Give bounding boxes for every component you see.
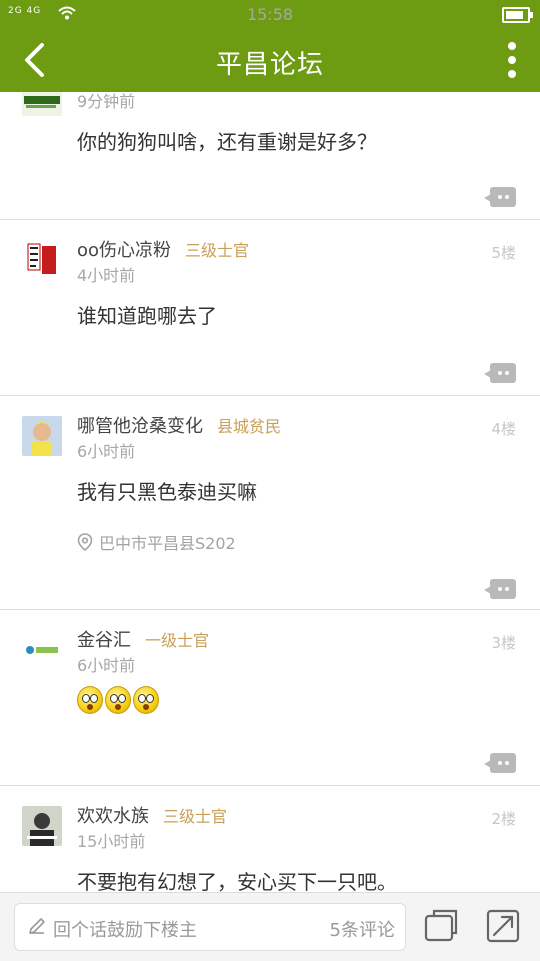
comment-item: oo伤心凉粉 三级士官 5楼 4小时前 谁知道跑哪去了	[0, 220, 540, 396]
status-bar: 2G 4G 15:58	[0, 0, 540, 28]
avatar[interactable]	[22, 92, 62, 116]
clock: 15:58	[246, 5, 294, 24]
comment-time: 6小时前	[77, 442, 136, 461]
comment-text: 不要抱有幻想了，安心买下一只吧。	[77, 870, 397, 892]
author-name[interactable]: oo伤心凉粉	[77, 240, 171, 261]
location-pin-icon	[77, 533, 93, 551]
share-icon[interactable]	[484, 907, 522, 945]
avatar[interactable]	[22, 806, 62, 846]
comment-placeholder: 回个话鼓励下楼主	[53, 920, 197, 941]
location-text: 巴中市平昌县S202	[99, 534, 236, 553]
avatar-image	[22, 806, 62, 846]
page-title: 平昌论坛	[215, 50, 324, 80]
comment-list: 9分钟前 你的狗狗叫啥，还有重谢是好多？ oo伤心凉粉 三级士官 5楼 4小时前 …	[0, 92, 540, 892]
author-rank: 三级士官	[163, 807, 228, 826]
collect-icon[interactable]	[422, 907, 460, 945]
avatar-image	[22, 92, 62, 116]
comment-item: 欢欢水族 三级士官 2楼 15小时前 不要抱有幻想了，安心买下一只吧。	[0, 786, 540, 892]
comment-author: 哪管他沧桑变化 县城贫民	[77, 412, 281, 438]
location-tag[interactable]: 巴中市平昌县S202	[77, 530, 236, 554]
author-rank: 三级士官	[185, 241, 250, 260]
reply-icon[interactable]	[484, 753, 516, 773]
battery-icon	[502, 7, 533, 23]
author-rank: 一级士官	[145, 631, 210, 650]
comment-time: 4小时前	[77, 266, 136, 285]
dot-icon	[508, 70, 516, 78]
reply-icon[interactable]	[484, 363, 516, 383]
author-name[interactable]: 哪管他沧桑变化	[77, 416, 203, 437]
comment-author: 欢欢水族 三级士官	[77, 802, 227, 828]
comment-item: 金谷汇 一级士官 3楼 6小时前	[0, 610, 540, 786]
author-name[interactable]: 金谷汇	[77, 630, 131, 651]
author-name[interactable]: 欢欢水族	[77, 806, 149, 827]
floor-number: 5楼	[491, 244, 516, 262]
bottom-bar: 回个话鼓励下楼主 5条评论	[0, 892, 540, 961]
avatar-image	[22, 630, 62, 670]
avatar[interactable]	[22, 630, 62, 670]
comment-time: 15小时前	[77, 832, 146, 851]
floor-number: 2楼	[491, 810, 516, 828]
avatar-image	[22, 240, 62, 280]
surprised-emoji-icon	[133, 686, 159, 714]
comment-time: 9分钟前	[77, 92, 136, 111]
comment-text: 谁知道跑哪去了	[77, 304, 217, 328]
comment-time: 6小时前	[77, 656, 136, 675]
author-rank: 县城贫民	[217, 417, 282, 436]
dot-icon	[508, 56, 516, 64]
comment-text: 你的狗狗叫啥，还有重谢是好多？	[77, 130, 377, 154]
dot-icon	[508, 42, 516, 50]
floor-number: 3楼	[491, 634, 516, 652]
floor-number: 4楼	[491, 420, 516, 438]
reply-icon[interactable]	[484, 579, 516, 599]
surprised-emoji-icon	[77, 686, 103, 714]
surprised-emoji-icon	[105, 686, 131, 714]
more-menu-button[interactable]	[500, 40, 524, 80]
comment-input[interactable]: 回个话鼓励下楼主 5条评论	[14, 903, 406, 951]
comment-author: 金谷汇 一级士官	[77, 626, 209, 652]
comment-author: oo伤心凉粉 三级士官	[77, 236, 249, 262]
comment-count[interactable]: 5条评论	[330, 916, 395, 942]
comment-item: 哪管他沧桑变化 县城贫民 4楼 6小时前 我有只黑色泰迪买嘛 巴中市平昌县S202	[0, 396, 540, 610]
comment-text: 我有只黑色泰迪买嘛	[77, 480, 257, 504]
emoji-row	[77, 686, 161, 719]
app-header: 平昌论坛	[0, 28, 540, 92]
avatar[interactable]	[22, 240, 62, 280]
avatar-image	[22, 416, 62, 456]
pencil-icon	[29, 918, 45, 934]
reply-icon[interactable]	[484, 187, 516, 207]
comment-item: 9分钟前 你的狗狗叫啥，还有重谢是好多？	[0, 92, 540, 220]
avatar[interactable]	[22, 416, 62, 456]
